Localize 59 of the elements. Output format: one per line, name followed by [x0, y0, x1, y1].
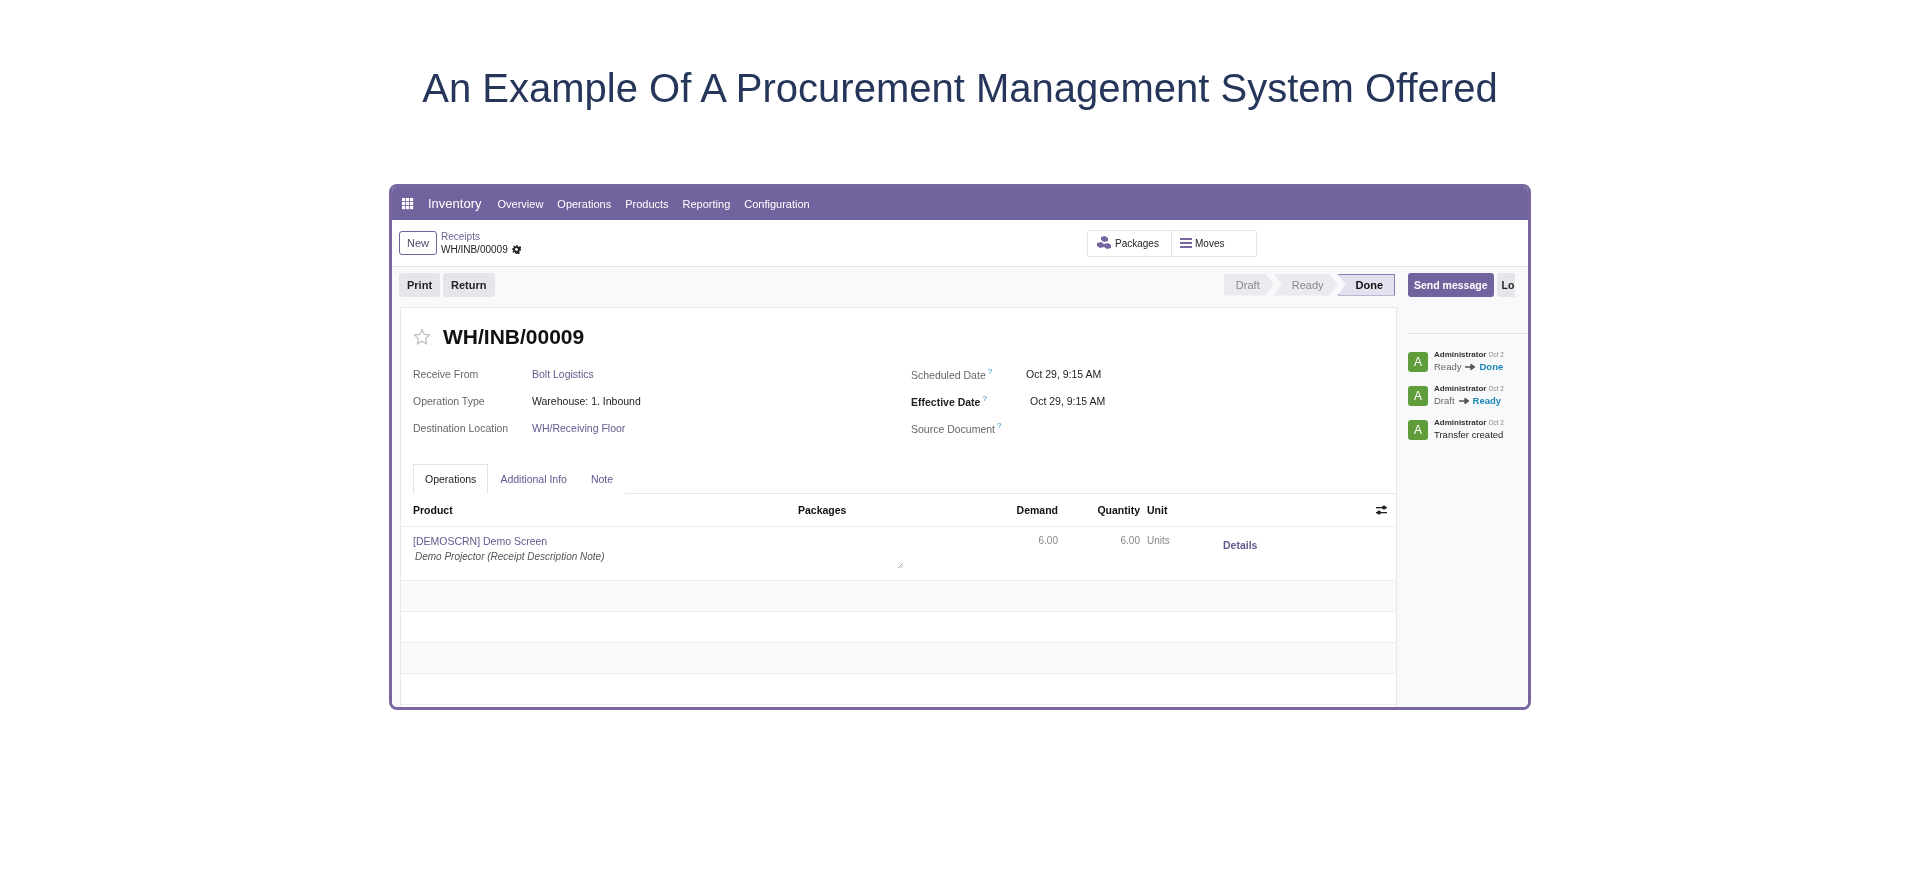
app-name[interactable]: Inventory	[428, 196, 482, 211]
nav-menu-item[interactable]: Overview	[497, 197, 544, 210]
nav-menu-item[interactable]: Reporting	[682, 197, 731, 210]
nav-menu-item[interactable]: Configuration	[744, 197, 810, 210]
message-author: Administrator	[1434, 384, 1487, 393]
new-button[interactable]: New	[399, 231, 437, 255]
list-icon	[1180, 238, 1192, 248]
old-value: Draft	[1434, 395, 1455, 406]
field-value: Warehouse: 1. Inbound	[532, 395, 641, 407]
status-step[interactable]: Done	[1337, 273, 1395, 296]
old-value: Ready	[1434, 361, 1462, 372]
send-message-button[interactable]: Send message	[1408, 272, 1494, 297]
field-label: Operation Type	[413, 395, 486, 407]
column-header[interactable]: Product	[413, 504, 798, 516]
settings-icon[interactable]	[1376, 505, 1387, 515]
product-link[interactable]: [DEMOSCRN] Demo Screen	[413, 535, 798, 547]
unit-cell-text: Units	[1146, 535, 1171, 548]
arrow-icon	[1465, 363, 1476, 370]
nav-menu-item[interactable]: Products	[625, 197, 669, 210]
log-note-button[interactable]: Lo	[1496, 272, 1516, 297]
new-value: Ready	[1472, 395, 1502, 406]
quantity-cell-text: 6.00	[1119, 535, 1140, 548]
field-value: Oct 29, 9:15 AM	[1026, 368, 1102, 380]
action-button[interactable]: Print	[399, 272, 441, 297]
field-label: Scheduled Date $^{?}$	[911, 367, 994, 381]
user-avatar: A	[1408, 420, 1428, 440]
column-header[interactable]: Quantity	[1058, 504, 1140, 516]
app-grid-icon[interactable]	[402, 197, 414, 210]
message-author: Administrator	[1434, 418, 1487, 427]
field-label: Source Document $^{?}$	[911, 421, 1003, 435]
field-value: Oct 29, 9:15 AM	[1030, 395, 1106, 407]
field-label: Receive From	[413, 368, 480, 380]
product-description: Demo Projector (Receipt Description Note)	[414, 551, 606, 562]
message-author: Administrator	[1434, 350, 1487, 359]
record-name: WH/INB/00009	[441, 243, 508, 256]
column-header[interactable]: Unit	[1140, 504, 1376, 516]
column-header[interactable]: Packages	[798, 504, 938, 516]
breadcrumb-link[interactable]: Receipts	[441, 230, 521, 243]
message-text: Transfer created	[1434, 429, 1504, 440]
smart-button[interactable]: Packages	[1088, 230, 1172, 256]
new-value: Done	[1479, 361, 1504, 372]
field-label: Effective Date $^{?}$	[911, 394, 988, 408]
details-link[interactable]: Details	[1220, 539, 1258, 551]
nav-menu-item[interactable]: Operations	[557, 197, 612, 210]
field-link[interactable]: Bolt Logistics	[532, 368, 594, 380]
arrow-icon	[1458, 397, 1469, 404]
user-avatar: A	[1408, 386, 1428, 406]
gear-icon[interactable]	[511, 245, 521, 254]
user-avatar: A	[1408, 352, 1428, 372]
column-header[interactable]: Demand	[938, 504, 1058, 516]
record-title: WH/INB/00009	[443, 325, 585, 349]
page-heading: An Example Of A Procurement Management System Offered	[422, 65, 1498, 112]
tab[interactable]: Operations	[413, 464, 489, 494]
demand-cell-text: 6.00	[1037, 535, 1058, 548]
boxes-icon	[1096, 235, 1112, 251]
star-icon[interactable]	[413, 328, 431, 346]
action-button[interactable]: Return	[443, 272, 495, 297]
field-link[interactable]: WH/Receiving Floor	[532, 422, 626, 434]
field-label: Destination Location	[413, 422, 510, 434]
